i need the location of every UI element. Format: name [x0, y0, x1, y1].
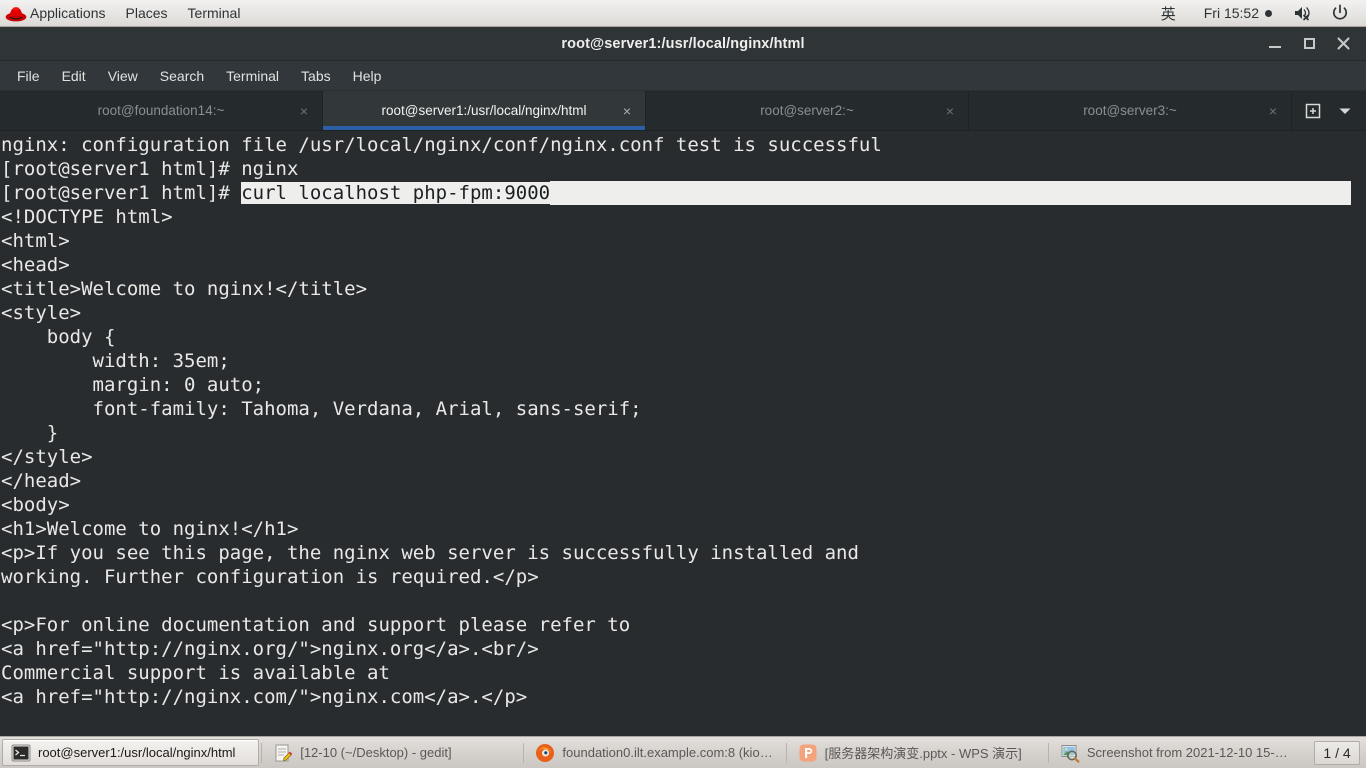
terminal-line: <body>: [1, 494, 70, 516]
panel-menu-terminal[interactable]: Terminal: [178, 0, 251, 26]
gedit-icon: [273, 743, 293, 763]
tab-server3[interactable]: root@server3:~ ×: [969, 91, 1292, 130]
taskbar-separator: [523, 742, 525, 763]
tab-close-icon[interactable]: ×: [1269, 104, 1277, 118]
volume-muted-icon[interactable]: [1284, 4, 1322, 22]
taskbar-item-wps-presentation[interactable]: [服务器架构演变.pptx - WPS 演示]: [789, 739, 1046, 766]
taskbar-item-terminal[interactable]: root@server1:/usr/local/nginx/html: [2, 739, 260, 766]
clock-text: Fri 15:52: [1203, 5, 1259, 21]
power-icon[interactable]: [1322, 4, 1358, 22]
taskbar-separator: [261, 742, 263, 763]
taskbar-separator: [1047, 742, 1049, 763]
close-icon: [1336, 37, 1350, 50]
menu-terminal[interactable]: Terminal: [215, 61, 290, 91]
menu-view[interactable]: View: [97, 61, 149, 91]
tab-server1-nginx-html[interactable]: root@server1:/usr/local/nginx/html ×: [323, 91, 646, 130]
terminal-line: nginx: configuration file /usr/local/ngi…: [1, 134, 882, 156]
taskbar-item-browser[interactable]: foundation0.ilt.example.com:8 (kios…: [526, 739, 783, 766]
taskbar-item-label: foundation0.ilt.example.com:8 (kios…: [562, 745, 775, 760]
selection-fill: [550, 181, 1351, 205]
terminal-line: body {: [1, 326, 116, 348]
workspace-switcher[interactable]: 1 / 4: [1314, 740, 1361, 765]
window-titlebar[interactable]: root@server1:/usr/local/nginx/html: [0, 27, 1366, 61]
terminal-line: <a href="http://nginx.com/">nginx.com</a…: [1, 686, 528, 708]
terminal-line: [root@server1 html]# nginx: [1, 158, 299, 180]
menu-help[interactable]: Help: [342, 61, 393, 91]
notification-dot-icon: [1265, 9, 1272, 17]
panel-menu-places[interactable]: Places: [116, 0, 178, 26]
tabbar-tools: [1292, 91, 1366, 130]
terminal-line: <html>: [1, 230, 70, 252]
close-button[interactable]: [1326, 27, 1360, 61]
taskbar-item-label: root@server1:/usr/local/nginx/html: [38, 745, 236, 760]
terminal-line: </style>: [1, 446, 93, 468]
tab-label: root@server1:/usr/local/nginx/html: [381, 103, 587, 118]
panel-status-group: 英 Fri 15:52: [1145, 0, 1366, 26]
terminal-line-selected: [root@server1 html]# curl localhost php-…: [0, 181, 1366, 205]
new-tab-icon[interactable]: [1298, 96, 1328, 126]
taskbar-item-label: [服务器架构演变.pptx - WPS 演示]: [824, 746, 1022, 761]
terminal-line: width: 35em;: [1, 350, 230, 372]
tab-close-icon[interactable]: ×: [300, 104, 308, 118]
taskbar-item-screenshot[interactable]: Screenshot from 2021-12-10 15-…: [1051, 739, 1308, 766]
tab-close-icon[interactable]: ×: [623, 104, 631, 118]
terminal-line: <head>: [1, 254, 70, 276]
terminal-line: margin: 0 auto;: [1, 374, 265, 396]
terminal-line: <h1>Welcome to nginx!</h1>: [1, 518, 299, 540]
gnome-top-panel: Applications Places Terminal 英 Fri 15:52: [0, 0, 1366, 27]
window-title: root@server1:/usr/local/nginx/html: [561, 35, 805, 52]
menu-search[interactable]: Search: [149, 61, 215, 91]
input-method-indicator[interactable]: 英: [1145, 0, 1192, 26]
chevron-down-icon[interactable]: [1330, 96, 1360, 126]
tab-label: root@server2:~: [760, 103, 854, 118]
firefox-icon: [535, 743, 555, 763]
terminal-line: font-family: Tahoma, Verdana, Arial, san…: [1, 398, 642, 420]
terminal-output[interactable]: nginx: configuration file /usr/local/ngi…: [0, 131, 1366, 736]
taskbar-item-label: Screenshot from 2021-12-10 15-…: [1086, 745, 1288, 760]
menu-file[interactable]: File: [6, 61, 51, 91]
menu-tabs[interactable]: Tabs: [290, 61, 342, 91]
terminal-selected-command: curl localhost php-fpm:9000: [241, 182, 551, 204]
tab-close-icon[interactable]: ×: [946, 104, 954, 118]
tab-foundation14[interactable]: root@foundation14:~ ×: [0, 91, 323, 130]
image-viewer-icon: [1060, 743, 1080, 763]
terminal-window: root@server1:/usr/local/nginx/html File …: [0, 27, 1366, 736]
tab-label: root@foundation14:~: [97, 103, 225, 118]
redhat-logo-icon: [5, 6, 27, 22]
minimize-icon: [1269, 46, 1281, 48]
terminal-line: <title>Welcome to nginx!</title>: [1, 278, 368, 300]
window-controls: [1258, 27, 1360, 60]
terminal-line: <p>For online documentation and support …: [1, 614, 631, 636]
terminal-line: Commercial support is available at: [1, 662, 390, 684]
terminal-prompt: [root@server1 html]#: [1, 182, 242, 204]
terminal-line: <a href="http://nginx.org/">nginx.org</a…: [1, 638, 539, 660]
maximize-button[interactable]: [1292, 27, 1326, 61]
terminal-line: <p>If you see this page, the nginx web s…: [1, 542, 859, 564]
taskbar-separator: [785, 742, 787, 763]
maximize-icon: [1303, 38, 1315, 49]
wps-presentation-icon: [798, 743, 818, 763]
terminal-line: <!DOCTYPE html>: [1, 206, 173, 228]
terminal-icon: [11, 743, 31, 763]
clock[interactable]: Fri 15:52: [1192, 0, 1284, 26]
tab-server2[interactable]: root@server2:~ ×: [646, 91, 969, 130]
taskbar: root@server1:/usr/local/nginx/html [12-1…: [0, 736, 1366, 768]
minimize-button[interactable]: [1258, 27, 1292, 61]
taskbar-item-gedit[interactable]: [12-10 (~/Desktop) - gedit]: [264, 739, 521, 766]
taskbar-item-label: [12-10 (~/Desktop) - gedit]: [300, 745, 452, 760]
menu-edit[interactable]: Edit: [51, 61, 97, 91]
menubar: File Edit View Search Terminal Tabs Help: [0, 61, 1366, 91]
panel-menu-group: Applications Places Terminal: [0, 0, 250, 26]
tab-bar: root@foundation14:~ × root@server1:/usr/…: [0, 91, 1366, 131]
terminal-line: </head>: [1, 470, 82, 492]
terminal-line: }: [1, 422, 59, 444]
tab-label: root@server3:~: [1083, 103, 1177, 118]
terminal-line: working. Further configuration is requir…: [1, 566, 539, 588]
terminal-line: <style>: [1, 302, 82, 324]
